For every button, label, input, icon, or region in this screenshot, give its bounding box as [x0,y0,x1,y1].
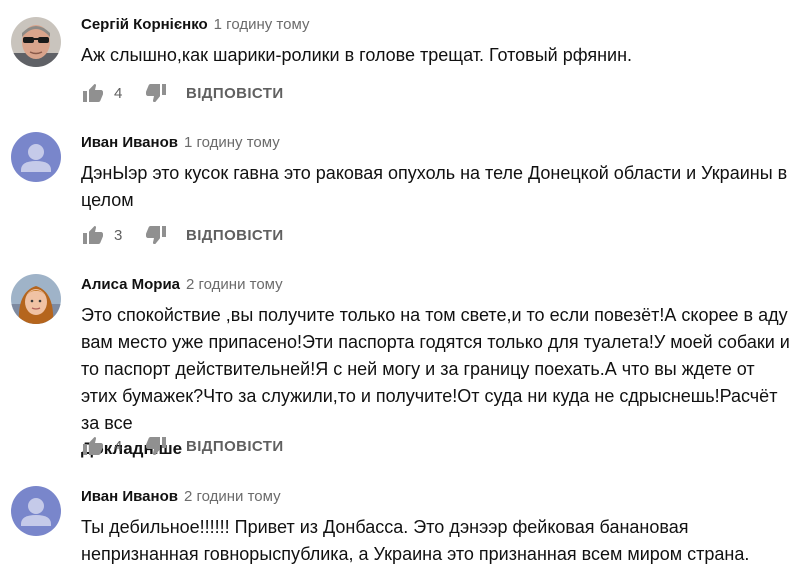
comment-text: Это спокойствие ,вы получите только на т… [81,305,790,433]
comment-time[interactable]: 2 години тому [184,488,281,505]
like-count: 4 [114,437,123,455]
comment-author[interactable]: Сергій Корнієнко [81,16,208,33]
comment-header: Алиса Мориа 2 години тому [81,275,794,295]
comment-author[interactable]: Алиса Мориа [81,276,180,293]
thumb-up-icon[interactable] [81,223,105,247]
comment-text: ДэнЫэр это кусок гавна это раковая опухо… [81,163,788,210]
comment-body: Сергій Корнієнко 1 годину тому Аж слышно,… [81,15,794,69]
comment-time[interactable]: 2 години тому [186,276,283,293]
photo-avatar-man-sunglasses [11,17,61,67]
thumb-down-icon[interactable] [144,434,168,458]
reply-button[interactable]: ВІДПОВІСТИ [186,438,284,455]
like-count: 3 [114,226,123,244]
avatar[interactable] [11,274,61,324]
comment-actions: 4 ВІДПОВІСТИ [81,78,284,108]
comment-actions: 4 ВІДПОВІСТИ [81,431,284,461]
avatar[interactable] [11,486,61,536]
default-avatar [11,486,61,536]
comment-body: Иван Иванов 1 годину тому ДэнЫэр это кусо… [81,133,794,214]
reply-button[interactable]: ВІДПОВІСТИ [186,85,284,102]
comment-text: Аж слышно,как шарики-ролики в голове тре… [81,45,633,65]
thumb-down-icon[interactable] [144,223,168,247]
comment-header: Иван Иванов 1 годину тому [81,133,794,153]
comment-body: Иван Иванов 2 години тому Ты дебильное!!!… [81,487,794,568]
comment-time[interactable]: 1 годину тому [184,134,280,151]
comment-header: Сергій Корнієнко 1 годину тому [81,15,794,35]
default-avatar [11,132,61,182]
like-count: 4 [114,84,123,102]
comment-author[interactable]: Иван Иванов [81,488,178,505]
photo-avatar-woman [11,274,61,324]
thumb-up-icon[interactable] [81,434,105,458]
avatar[interactable] [11,17,61,67]
avatar[interactable] [11,132,61,182]
comment-header: Иван Иванов 2 години тому [81,487,794,507]
comment-author[interactable]: Иван Иванов [81,134,178,151]
reply-button[interactable]: ВІДПОВІСТИ [186,227,284,244]
comment-time[interactable]: 1 годину тому [214,16,310,33]
thumb-down-icon[interactable] [144,81,168,105]
comment-text: Ты дебильное!!!!!! Привет из Донбасса. Э… [81,517,750,564]
thumb-up-icon[interactable] [81,81,105,105]
comment-actions: 3 ВІДПОВІСТИ [81,220,284,250]
